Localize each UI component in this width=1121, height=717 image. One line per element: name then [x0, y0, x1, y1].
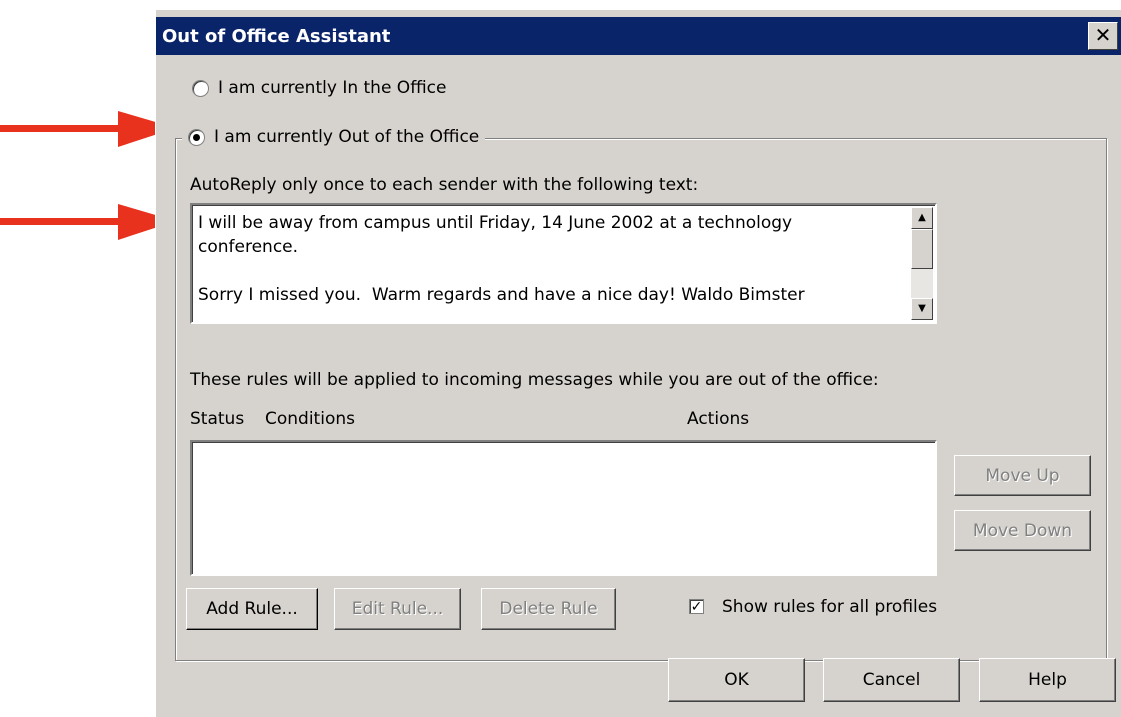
column-conditions[interactable]: Conditions: [265, 409, 355, 429]
scroll-up-icon[interactable]: ▲: [911, 207, 933, 229]
column-actions[interactable]: Actions: [687, 409, 749, 429]
annotation-arrow-icon: [0, 204, 176, 240]
scroll-thumb[interactable]: [911, 229, 933, 269]
autoreply-label: AutoReply only once to each sender with …: [190, 175, 699, 195]
show-all-profiles-label: Show rules for all profiles: [722, 597, 938, 617]
annotation-arrow-icon: [0, 111, 176, 147]
add-rule-button[interactable]: Add Rule...: [186, 588, 318, 630]
dialog-title: Out of Office Assistant: [162, 26, 391, 47]
radio-out-office-button[interactable]: [188, 128, 205, 146]
rules-intro-label: These rules will be applied to incoming …: [190, 370, 879, 390]
move-down-button[interactable]: Move Down: [954, 510, 1091, 551]
delete-rule-button[interactable]: Delete Rule: [481, 588, 616, 630]
close-button[interactable]: ✕: [1088, 22, 1118, 50]
column-status[interactable]: Status: [190, 409, 244, 429]
radio-in-office[interactable]: I am currently In the Office: [192, 78, 446, 98]
autoreply-textarea[interactable]: I will be away from campus until Friday,…: [190, 203, 937, 324]
autoreply-scrollbar[interactable]: ▲ ▼: [911, 207, 933, 320]
title-bar: Out of Office Assistant ✕: [156, 17, 1121, 55]
move-up-button[interactable]: Move Up: [954, 455, 1091, 496]
radio-in-office-label: I am currently In the Office: [218, 78, 447, 98]
edit-rule-button[interactable]: Edit Rule...: [334, 588, 461, 630]
radio-in-office-button[interactable]: [192, 79, 209, 97]
rules-list[interactable]: [190, 440, 937, 576]
close-icon: ✕: [1094, 23, 1112, 47]
out-of-office-dialog: Out of Office Assistant ✕ I am currently…: [155, 10, 1121, 717]
radio-out-office-label: I am currently Out of the Office: [214, 127, 480, 147]
show-all-profiles-checkbox[interactable]: ✓: [689, 599, 704, 614]
help-button[interactable]: Help: [979, 658, 1116, 702]
radio-out-office[interactable]: I am currently Out of the Office: [182, 127, 486, 147]
cancel-button[interactable]: Cancel: [823, 658, 960, 702]
ok-button[interactable]: OK: [668, 658, 805, 702]
scroll-down-icon[interactable]: ▼: [911, 298, 933, 320]
autoreply-text[interactable]: I will be away from campus until Friday,…: [198, 211, 898, 307]
